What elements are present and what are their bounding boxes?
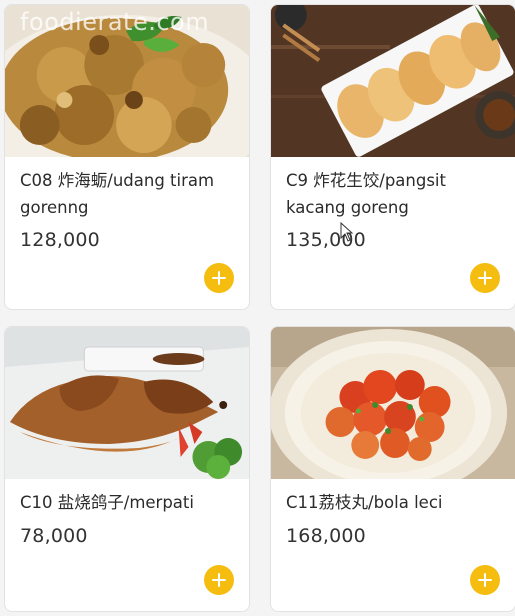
menu-item-card[interactable]: C9 炸花生饺/pangsit kacang goreng 135,000 — [270, 4, 515, 310]
menu-item-card[interactable]: C08 炸海蛎/udang tiram gorenng 128,000 — [4, 4, 250, 310]
menu-item-card[interactable]: C11荔枝丸/bola leci 168,000 — [270, 326, 515, 612]
item-name: C9 炸花生饺/pangsit kacang goreng — [286, 171, 446, 217]
add-to-cart-button[interactable] — [204, 565, 234, 595]
item-price: 78,000 — [20, 525, 88, 547]
add-to-cart-button[interactable] — [204, 263, 234, 293]
roast-pigeon-photo — [5, 327, 249, 479]
mouse-cursor-icon — [340, 222, 354, 242]
add-to-cart-button[interactable] — [470, 565, 500, 595]
watermark: foodierate.com — [20, 8, 210, 36]
menu-item-card[interactable]: C10 盐烧鸽子/merpati 78,000 — [4, 326, 250, 612]
item-price: 168,000 — [286, 525, 366, 547]
item-name: C11荔枝丸/bola leci — [286, 493, 443, 512]
item-name: C10 盐烧鸽子/merpati — [20, 493, 194, 512]
add-to-cart-button[interactable] — [470, 263, 500, 293]
lychee-balls-photo — [271, 327, 515, 479]
item-price: 128,000 — [20, 229, 100, 251]
fried-dumplings-photo — [271, 5, 515, 157]
menu-grid: C08 炸海蛎/udang tiram gorenng 128,000 C9 炸… — [0, 0, 515, 616]
item-name: C08 炸海蛎/udang tiram gorenng — [20, 171, 215, 217]
